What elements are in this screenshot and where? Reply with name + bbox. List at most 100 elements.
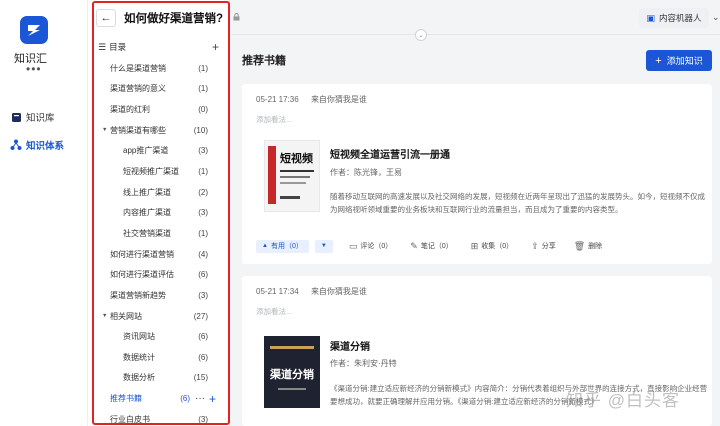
collapse-toggle[interactable]: ⌄ — [415, 29, 427, 41]
comment-button[interactable]: ▭ 评论（0） — [349, 241, 392, 252]
toc-item-label: 渠道营销新趋势 — [110, 290, 166, 300]
card-source[interactable]: 来自你猜我是谁 — [311, 95, 367, 104]
toc-item[interactable]: 线上推广渠道 (2) — [88, 182, 230, 203]
toc-item[interactable]: 社交营销渠道 (1) — [88, 223, 230, 244]
topbar-divider — [231, 34, 720, 35]
share-label: 分享 — [541, 243, 556, 250]
toc-item[interactable]: 渠道营销新趋势 (3) — [88, 285, 230, 306]
toc-item[interactable]: 如何进行渠道营销 (4) — [88, 244, 230, 265]
toc-item[interactable]: 什么是渠道营销 (1) — [88, 58, 230, 79]
toc-header: ☰ 目录 + — [98, 40, 219, 54]
rail-nav: 知识库 知识体系 — [8, 108, 84, 164]
caret-down-icon[interactable]: ▼ — [102, 313, 107, 319]
outline-panel: ← 如何做好渠道营销? ☰ 目录 + 什么是渠道营销 (1) 渠道营销的意义 (1) 渠… — [88, 0, 230, 426]
book-description: 随着移动互联网的高速发展以及社交网络的发展，短视频在近两年呈现出了迅猛的发展势头… — [330, 192, 705, 214]
collect-button[interactable]: ⊞ 收集（0） — [471, 241, 513, 252]
card-meta: 05-21 17:36 来自你猜我是谁 — [256, 94, 367, 105]
toc-item-count: (6) — [198, 332, 208, 342]
toc-item-count: (1) — [198, 84, 208, 94]
comment-icon: ▭ — [348, 240, 358, 251]
book-cover[interactable]: 短视频 — [263, 139, 321, 213]
more-icon[interactable]: ··· — [195, 393, 205, 404]
card-source[interactable]: 来自你猜我是谁 — [311, 287, 367, 296]
watermark: 知乎 @白头客 — [566, 391, 680, 410]
robot-label: 内容机器人 — [659, 13, 702, 23]
toc-item[interactable]: 推荐书籍 (6) ··· + — [88, 388, 230, 409]
app-more-icon[interactable]: ••• — [26, 62, 42, 76]
add-section-icon[interactable]: + — [212, 40, 219, 54]
useful-button[interactable]: ▲ 有用（0） — [256, 239, 309, 253]
toc-item-label: 相关网站 — [110, 311, 142, 321]
robot-icon: ▣ — [646, 12, 655, 23]
delete-label: 删除 — [588, 243, 603, 250]
app-logo[interactable] — [20, 16, 48, 44]
more-icon[interactable]: ⌄ — [712, 12, 720, 23]
toc-item[interactable]: 数据统计 (6) — [88, 347, 230, 368]
card-meta: 05-21 17:34 来自你猜我是谁 — [256, 286, 367, 297]
caret-down-icon[interactable]: ▼ — [102, 127, 107, 133]
rail-item-label: 知识库 — [26, 113, 55, 124]
share-button[interactable]: ⇪ 分享 — [531, 241, 556, 252]
rail-item-knowledge-system[interactable]: 知识体系 — [8, 136, 84, 154]
toc-item-label: 什么是渠道营销 — [110, 63, 166, 73]
toc-item-label: 如何进行渠道营销 — [110, 249, 174, 259]
card-time: 05-21 17:36 — [256, 95, 299, 104]
toc-item-label: 营销渠道有哪些 — [110, 125, 166, 135]
toc-item-label: 渠道的红利 — [110, 105, 150, 115]
toc-item[interactable]: ▼ 营销渠道有哪些 (10) — [88, 120, 230, 141]
toc-title: 目录 — [109, 42, 127, 52]
chevron-down-icon: ⌄ — [418, 32, 424, 39]
toc-item[interactable]: 短视频推广渠道 (1) — [88, 161, 230, 182]
rail-item-knowledge-base[interactable]: 知识库 — [8, 108, 84, 126]
book-title[interactable]: 渠道分销 — [330, 338, 370, 353]
note-label: 笔记（0） — [420, 243, 453, 250]
add-note-input[interactable]: 添加看法... — [256, 306, 292, 317]
toc-item-label: app推广渠道 — [123, 146, 169, 156]
useful-label: 有用（0） — [270, 243, 303, 250]
downvote-button[interactable]: ▼ — [314, 239, 333, 253]
toc-item[interactable]: 数据分析 (15) — [88, 368, 230, 389]
delete-button[interactable]: 🗑 删除 — [574, 241, 602, 252]
book-author: 作者：朱利安·丹特 — [330, 359, 397, 368]
toc-item-count: (2) — [198, 187, 208, 197]
toc-item[interactable]: 资讯网站 (6) — [88, 326, 230, 347]
content-robot-button[interactable]: ▣ 内容机器人 — [639, 8, 709, 28]
book-title[interactable]: 短视频全道运营引流一册通 — [330, 146, 450, 161]
toc-item-count: (1) — [198, 228, 208, 238]
comment-label: 评论（0） — [360, 243, 393, 250]
cover-title: 渠道分销 — [270, 367, 314, 381]
card-time: 05-21 17:34 — [256, 287, 299, 296]
card-actions: ▲ 有用（0） ▼ ▭ 评论（0） ✎ 笔记（0） ⊞ 收集（0） ⇪ 分享 🗑… — [256, 238, 620, 254]
add-note-input[interactable]: 添加看法... — [256, 114, 292, 125]
toc-item-count: (27) — [193, 311, 208, 321]
toc-item[interactable]: 渠道营销的意义 (1) — [88, 79, 230, 100]
doc-title: 如何做好渠道营销? — [124, 13, 224, 25]
toc-item-count: (3) — [198, 208, 208, 218]
toc-item-label: 推荐书籍 — [110, 394, 142, 404]
toc-item[interactable]: 渠道的红利 (0) — [88, 99, 230, 120]
toc-item[interactable]: app推广渠道 (3) — [88, 141, 230, 162]
book-cover[interactable]: 渠道分销 — [264, 336, 320, 408]
toc-item-count: (1) — [198, 63, 208, 73]
network-icon — [10, 139, 22, 151]
toc-item-label: 数据统计 — [123, 352, 155, 362]
toc-item-count: (3) — [198, 414, 208, 424]
add-child-icon[interactable]: + — [209, 392, 216, 406]
app-rail: 知识汇 ••• 知识库 知识体系 — [0, 0, 88, 426]
toc-item-label: 渠道营销的意义 — [110, 84, 166, 94]
toc-item[interactable]: ▼ 相关网站 (27) — [88, 306, 230, 327]
toc-item[interactable]: 内容推广渠道 (3) — [88, 202, 230, 223]
toc-item-count: (6) — [180, 394, 190, 404]
toc-item-count: (6) — [198, 270, 208, 280]
share-icon: ⇪ — [531, 240, 539, 251]
toc-item-count: (10) — [193, 125, 208, 135]
section-title: 推荐书籍 — [242, 55, 286, 67]
toc-item[interactable]: 如何进行渠道评估 (6) — [88, 264, 230, 285]
toc-item[interactable]: 行业白皮书 (3) — [88, 409, 230, 426]
toc-item-label: 行业白皮书 — [110, 414, 150, 424]
add-knowledge-button[interactable]: + 添加知识 — [646, 50, 712, 71]
note-button[interactable]: ✎ 笔记（0） — [410, 241, 452, 252]
book-author: 作者：陈光锋，王易 — [330, 168, 402, 177]
logo-icon — [28, 25, 40, 36]
back-button[interactable]: ← — [96, 9, 116, 27]
